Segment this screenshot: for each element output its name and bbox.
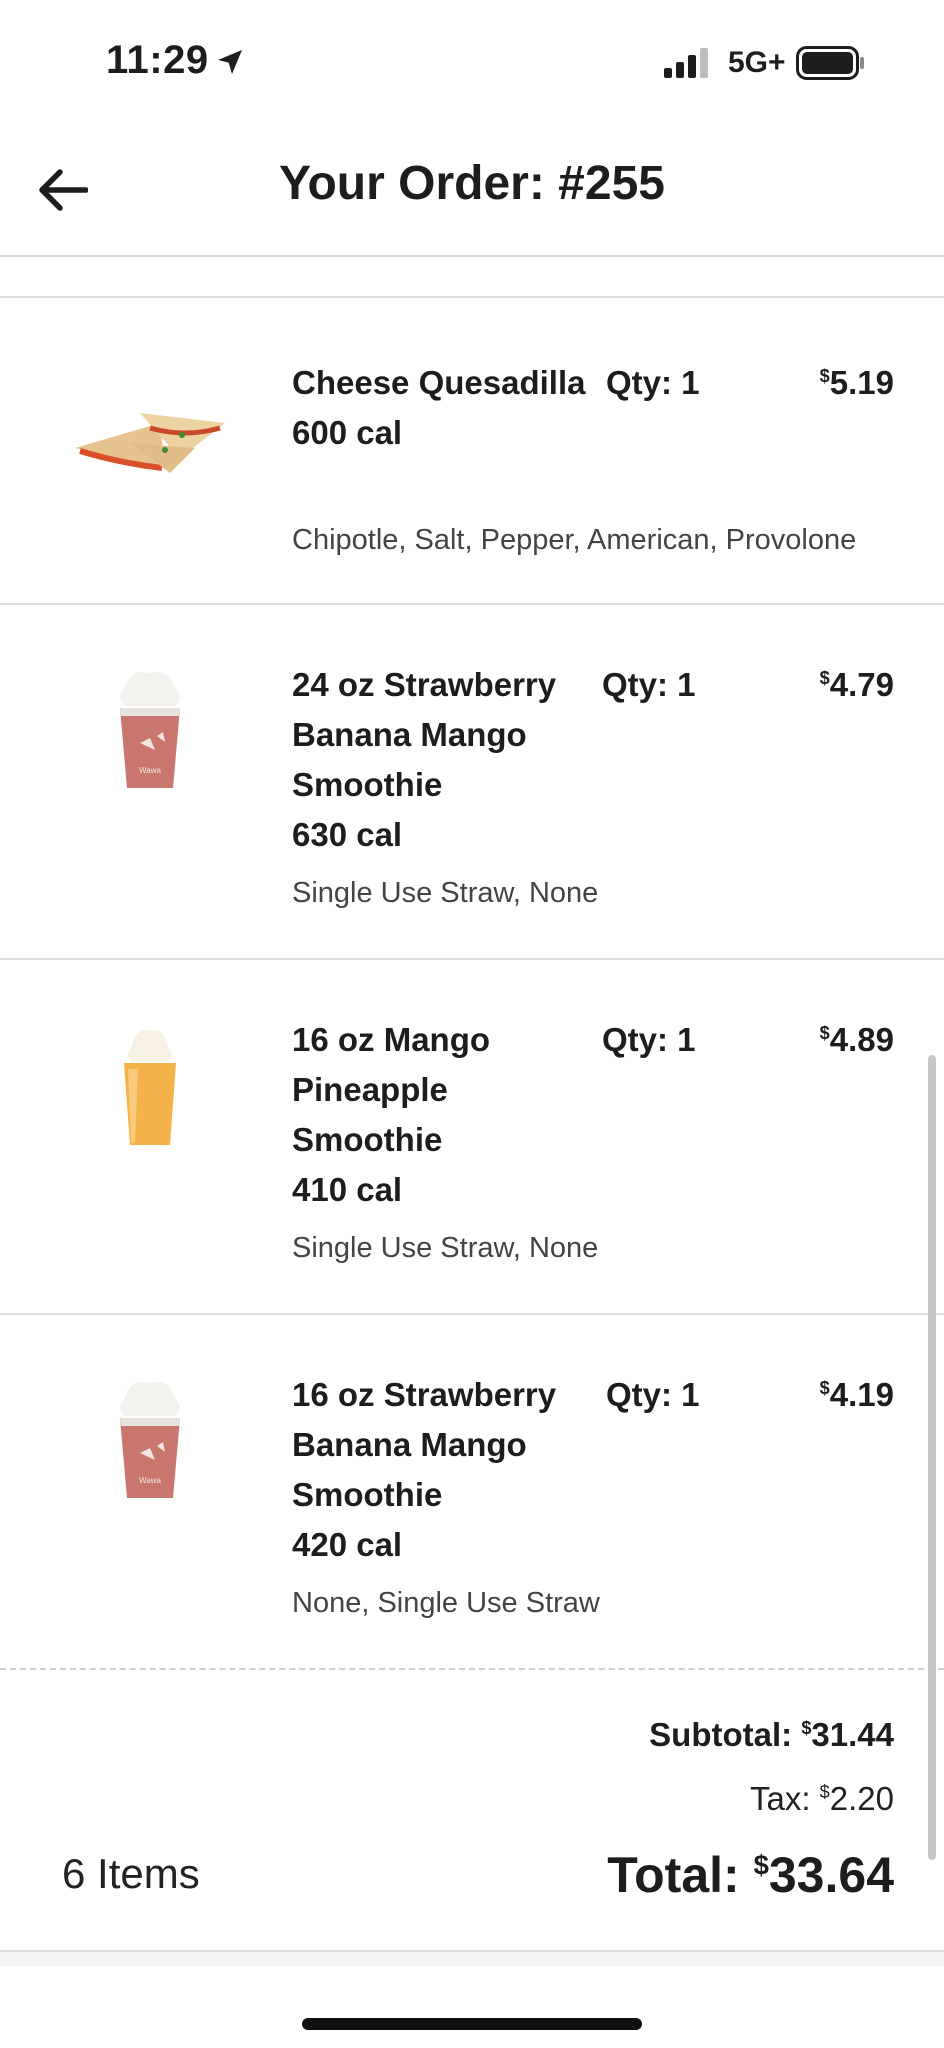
order-item: 16 oz Mango Pineapple Smoothie 410 cal Q… [0, 960, 944, 1315]
strawberry-smoothie-image: Wawa [120, 672, 180, 788]
order-item: Wawa 24 oz Strawberry Banana Mango Smoot… [0, 605, 944, 960]
home-indicator[interactable] [302, 2018, 642, 2030]
item-modifiers: Single Use Straw, None [292, 1232, 599, 1264]
currency-symbol: $ [819, 366, 830, 386]
item-price: $4.89 [820, 1015, 894, 1065]
item-modifiers: Chipotle, Salt, Pepper, American, Provol… [292, 524, 857, 556]
item-quantity: Qty: 1 [602, 1021, 696, 1058]
item-price: $5.19 [820, 358, 894, 408]
price-value: 4.89 [829, 1021, 894, 1058]
svg-text:Wawa: Wawa [139, 766, 161, 775]
item-name: 16 oz Strawberry Banana Mango Smoothie 4… [292, 1370, 592, 1570]
item-image-quesadilla [60, 368, 240, 508]
quesadilla-image [75, 413, 225, 473]
item-image-strawberry-smoothie: Wawa [60, 1373, 240, 1513]
currency-symbol: $ [819, 1782, 830, 1802]
scrollbar[interactable] [928, 1055, 936, 1860]
item-quantity: Qty: 1 [602, 666, 696, 703]
item-title: 16 oz Mango Pineapple Smoothie [292, 1021, 491, 1158]
summary-divider [0, 1668, 944, 1670]
tax: Tax: $2.20 [750, 1780, 894, 1818]
currency-symbol: $ [819, 668, 830, 688]
price-value: 4.79 [829, 666, 894, 703]
battery-icon [796, 46, 864, 80]
currency-symbol: $ [819, 1378, 830, 1398]
item-title: 16 oz Strawberry Banana Mango Smoothie [292, 1376, 557, 1513]
tax-label: Tax: [749, 1780, 811, 1817]
price-value: 5.19 [829, 364, 894, 401]
status-bar: 11:29 5G+ [0, 0, 944, 120]
app-header: Your Order: #255 [0, 120, 944, 257]
total: Total: $33.64 [607, 1846, 894, 1904]
tax-value: 2.20 [829, 1780, 894, 1817]
price-value: 4.19 [829, 1376, 894, 1413]
subtotal-label: Subtotal: [649, 1716, 793, 1753]
item-calories: 600 cal [292, 414, 403, 451]
item-image-strawberry-smoothie: Wawa [60, 663, 240, 803]
item-name: 24 oz Strawberry Banana Mango Smoothie 6… [292, 660, 592, 860]
item-price: $4.79 [820, 660, 894, 710]
currency-symbol: $ [753, 1849, 769, 1881]
order-item: Cheese Quesadilla 600 cal Qty: 1 $5.19 C… [0, 298, 944, 605]
item-quantity: Qty: 1 [606, 1376, 700, 1413]
item-name: Cheese Quesadilla 600 cal [292, 358, 592, 458]
network-type: 5G+ [728, 46, 786, 79]
item-calories: 420 cal [292, 1526, 403, 1563]
currency-symbol: $ [801, 1718, 812, 1738]
item-modifiers: None, Single Use Straw [292, 1587, 600, 1619]
order-item: Wawa 16 oz Strawberry Banana Mango Smoot… [0, 1315, 944, 1667]
item-image-mango-smoothie [60, 1020, 240, 1160]
page-title: Your Order: #255 [279, 157, 665, 210]
items-count: 6 Items [62, 1850, 200, 1897]
total-value: 33.64 [768, 1847, 894, 1903]
item-modifiers: Single Use Straw, None [292, 877, 599, 909]
mango-smoothie-image [124, 1030, 176, 1145]
svg-text:Wawa: Wawa [139, 1476, 161, 1485]
total-label: Total: [607, 1847, 740, 1903]
cellular-signal-icon [664, 48, 708, 78]
location-arrow-icon [218, 50, 242, 74]
item-title: 24 oz Strawberry Banana Mango Smoothie [292, 666, 557, 803]
currency-symbol: $ [819, 1023, 830, 1043]
strawberry-smoothie-image: Wawa [120, 1382, 180, 1498]
bottom-divider [0, 1950, 944, 1966]
item-calories: 630 cal [292, 816, 403, 853]
item-name: 16 oz Mango Pineapple Smoothie 410 cal [292, 1015, 592, 1215]
subtotal-value: 31.44 [811, 1716, 894, 1753]
item-title: Cheese Quesadilla [292, 364, 586, 401]
item-quantity: Qty: 1 [606, 364, 700, 401]
item-calories: 410 cal [292, 1171, 403, 1208]
subtotal: Subtotal: $31.44 [649, 1716, 894, 1754]
item-price: $4.19 [820, 1370, 894, 1420]
status-time: 11:29 [106, 38, 209, 82]
